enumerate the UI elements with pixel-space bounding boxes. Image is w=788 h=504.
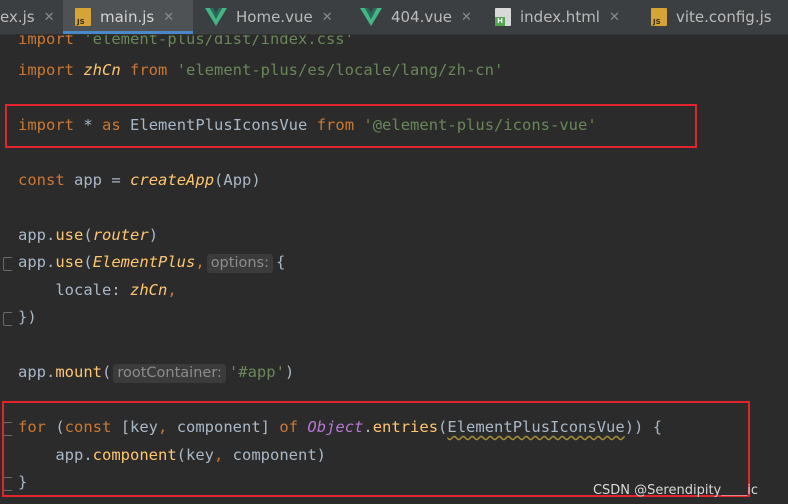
vue-file-icon <box>205 8 227 26</box>
tab-ex-js[interactable]: ex.js ✕ <box>0 0 63 34</box>
editor-tab-bar: ex.js ✕ JS main.js ✕ Home.vue ✕ 404.vue … <box>0 0 788 35</box>
parameter-hint: rootContainer: <box>113 364 226 383</box>
close-icon[interactable]: ✕ <box>461 10 472 25</box>
code-line-create-app: const app = createApp(App) <box>18 171 261 189</box>
tab-label: 404.vue <box>391 8 453 26</box>
code-line-use-router: app.use(router) <box>18 226 159 244</box>
code-line-mount: app.mount(rootContainer: '#app') <box>18 363 295 383</box>
tab-vite-config-js[interactable]: JS vite.config.js <box>639 0 788 34</box>
tab-label: ex.js <box>0 8 35 26</box>
fold-marker-icon[interactable] <box>3 257 12 271</box>
vue-file-icon <box>360 8 382 26</box>
js-file-icon: JS <box>651 8 667 26</box>
code-line-1: import 'element-plus/dist/index.css' <box>18 35 354 48</box>
close-icon[interactable]: ✕ <box>163 10 174 25</box>
code-line-close-use: }) <box>18 308 37 326</box>
html-badge: H <box>495 17 505 26</box>
tab-label: index.html <box>520 8 600 26</box>
html-file-icon: H <box>495 8 511 26</box>
tab-404-vue[interactable]: 404.vue ✕ <box>348 0 483 34</box>
close-icon[interactable]: ✕ <box>322 10 333 25</box>
fold-marker-icon[interactable] <box>3 312 12 326</box>
watermark: CSDN @Serendipity＿＿ic <box>592 483 758 498</box>
code-line-use-element-plus: app.use(ElementPlus, options:{ <box>18 253 286 273</box>
tab-index-html[interactable]: H index.html ✕ <box>483 0 639 34</box>
tab-home-vue[interactable]: Home.vue ✕ <box>193 0 348 34</box>
close-icon[interactable]: ✕ <box>609 10 620 25</box>
parameter-hint: options: <box>206 254 273 273</box>
code-line-locale: locale: zhCn, <box>55 281 177 299</box>
tab-label: vite.config.js <box>676 8 772 26</box>
js-file-icon: JS <box>75 8 91 26</box>
highlight-box-import <box>5 104 697 148</box>
tab-main-js[interactable]: JS main.js ✕ <box>63 0 193 34</box>
code-editor[interactable]: import 'element-plus/dist/index.css' imp… <box>0 35 788 504</box>
tab-label: main.js <box>100 8 155 26</box>
close-icon[interactable]: ✕ <box>44 10 55 25</box>
tab-label: Home.vue <box>236 8 313 26</box>
code-line-2: import zhCn from 'element-plus/es/locale… <box>18 61 504 79</box>
